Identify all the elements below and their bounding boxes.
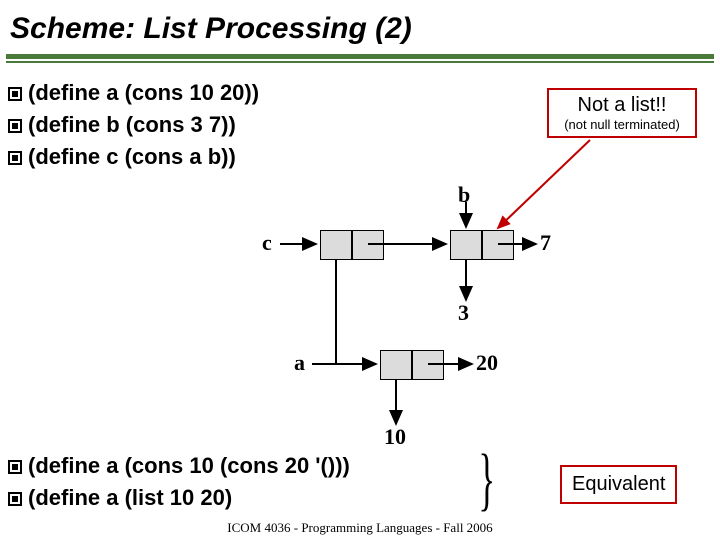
label-20: 20 xyxy=(476,350,498,376)
slide-footer: ICOM 4036 - Programming Languages - Fall… xyxy=(0,520,720,536)
diagram-arrows xyxy=(240,200,570,460)
label-7: 7 xyxy=(540,230,551,256)
code-text: (define a (cons 10 (cons 20 '())) xyxy=(28,453,350,478)
bullet-icon xyxy=(8,492,22,506)
cons-diagram: c b 7 3 a 20 10 xyxy=(240,200,570,450)
label-c: c xyxy=(262,230,272,256)
callout-text: Equivalent xyxy=(572,473,665,496)
label-b: b xyxy=(458,182,470,208)
code-line-4: (define a (cons 10 (cons 20 '())) xyxy=(8,450,350,482)
label-3: 3 xyxy=(458,300,469,326)
bullet-icon xyxy=(8,460,22,474)
bottom-code-block: (define a (cons 10 (cons 20 '())) (defin… xyxy=(8,450,350,514)
label-a: a xyxy=(294,350,305,376)
code-line-5: (define a (list 10 20) xyxy=(8,482,350,514)
callout-equivalent: Equivalent xyxy=(560,465,677,504)
brace-icon: } xyxy=(478,440,495,520)
label-10: 10 xyxy=(384,424,406,450)
code-text: (define a (list 10 20) xyxy=(28,485,232,510)
